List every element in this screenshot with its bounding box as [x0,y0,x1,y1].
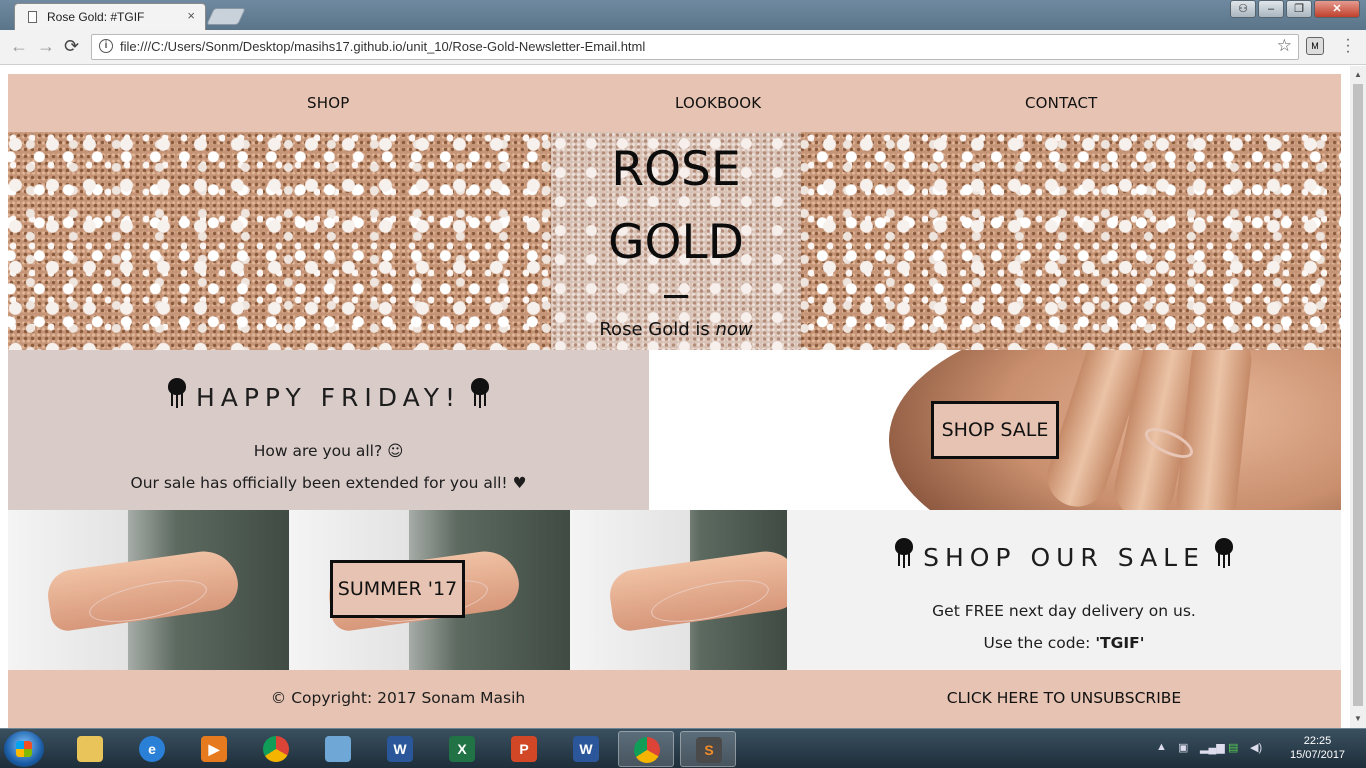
windows-taskbar: e ▶ W X P W S ▲ ▣ ▂▄▆ ▤ ◀) 22:25 15/07/2… [0,728,1366,768]
powerpoint-icon: P [511,736,537,762]
browser-toolbar: ← → ⟳ i ☆ M ··· [0,30,1366,65]
system-tray: ▲ ▣ ▂▄▆ ▤ ◀) 22:25 15/07/2017 [1150,729,1366,768]
folder-icon [77,736,103,762]
extension-icon[interactable]: M [1306,37,1324,55]
url-input[interactable] [120,39,1260,54]
nav-lookbook-link[interactable]: LOOKBOOK [675,94,761,112]
media-player-icon: ▶ [201,736,227,762]
page-viewport: SHOP LOOKBOOK CONTACT ROSE GOLD Rose Gol… [0,66,1350,728]
word-icon: W [387,736,413,762]
powerpoint-task[interactable]: P [496,731,552,767]
new-tab-button[interactable] [206,8,246,25]
scrollbar-thumb[interactable] [1353,84,1363,706]
rose-icon [893,538,915,570]
clock-time: 22:25 [1303,735,1332,747]
hero-subtitle-text: Rose Gold is [599,319,710,340]
sale-code-prefix: Use the code: [983,634,1096,652]
chrome-icon [263,736,289,762]
windows-logo-icon [16,741,32,757]
summer-photo-1 [8,510,289,670]
minimize-button[interactable]: ‒ [1258,0,1284,18]
shop-our-sale-section: SHOP OUR SALE Get FREE next day delivery… [787,510,1341,670]
sale-heading: SHOP OUR SALE [787,538,1341,572]
hero-divider [664,295,688,298]
back-icon[interactable]: ← [10,36,28,57]
sale-heading-text: SHOP OUR SALE [923,543,1205,572]
document-icon [28,11,37,23]
window-titlebar: Rose Gold: #TGIF × ⚇ ‒ ❐ ✕ [0,0,1366,30]
friday-heading: HAPPY FRIDAY! [8,378,649,412]
hero-title-box: ROSE GOLD Rose Gold is now [551,132,801,350]
file-explorer-task[interactable] [62,731,118,767]
ring-photo: SHOP SALE [649,350,1341,510]
email-nav: SHOP LOOKBOOK CONTACT [8,74,1341,132]
show-hidden-icons-icon[interactable]: ▲ [1156,741,1167,753]
shop-sale-button[interactable]: SHOP SALE [931,401,1059,459]
word-icon: W [573,736,599,762]
start-button[interactable] [4,731,44,767]
chrome-task[interactable] [248,731,304,767]
summer-photo-strip: SUMMER '17 [8,510,787,670]
friday-heading-text: HAPPY FRIDAY! [195,383,462,412]
internet-explorer-task[interactable]: e [124,731,180,767]
tab-title: Rose Gold: #TGIF [47,10,145,24]
rose-icon [469,378,491,410]
bookmark-star-icon[interactable]: ☆ [1277,36,1292,56]
hero-subtitle: Rose Gold is now [551,319,801,340]
media-player-task[interactable]: ▶ [186,731,242,767]
forward-icon[interactable]: → [37,36,55,57]
chrome-active-task[interactable] [618,731,674,767]
hero-banner: ROSE GOLD Rose Gold is now [8,132,1341,350]
friday-line-1: How are you all? ☺ [253,442,404,460]
scroll-up-icon[interactable]: ▲ [1354,70,1362,79]
sale-code: 'TGIF' [1095,634,1145,652]
hero-subtitle-emphasis: now [715,319,753,340]
summer-photo-3 [570,510,787,670]
sale-line-2: Use the code: 'TGIF' [787,634,1341,652]
sublime-text-icon: S [696,737,722,763]
rose-icon [166,378,188,410]
hero-title-line2: GOLD [608,215,744,270]
nav-shop-link[interactable]: SHOP [307,94,349,112]
tab-close-icon[interactable]: × [187,8,195,23]
excel-icon: X [449,736,475,762]
scroll-down-icon[interactable]: ▼ [1354,714,1362,723]
menu-dots-icon[interactable]: · · · [1340,32,1356,60]
sale-line-1: Get FREE next day delivery on us. [932,602,1196,620]
friday-line-2: Our sale has officially been extended fo… [130,474,527,492]
maximize-button[interactable]: ❐ [1286,0,1312,18]
internet-explorer-icon: e [139,736,165,762]
clock-date: 15/07/2017 [1290,749,1346,761]
reload-icon[interactable]: ⟳ [64,36,79,57]
volume-icon[interactable]: ◀) [1250,741,1262,754]
site-info-icon[interactable]: i [99,39,113,53]
excel-task[interactable]: X [434,731,490,767]
address-bar[interactable]: i ☆ [91,34,1299,60]
close-window-button[interactable]: ✕ [1314,0,1360,18]
word-task[interactable]: W [372,731,428,767]
email-footer: © Copyright: 2017 Sonam Masih CLICK HERE… [8,670,1341,728]
image-viewer-task[interactable] [310,731,366,767]
nav-contact-link[interactable]: CONTACT [1025,94,1098,112]
hero-title-line1: ROSE [611,142,741,197]
user-icon[interactable]: ⚇ [1230,0,1256,18]
unsubscribe-link[interactable]: CLICK HERE TO UNSUBSCRIBE [787,689,1341,707]
happy-friday-section: HAPPY FRIDAY! How are you all? ☺ Our sal… [8,350,649,510]
vertical-scrollbar[interactable]: ▲ ▼ [1350,66,1366,728]
summer-17-button[interactable]: SUMMER '17 [330,560,465,618]
window-controls: ⚇ ‒ ❐ ✕ [1230,0,1360,20]
word-task-2[interactable]: W [558,731,614,767]
network-signal-icon[interactable]: ▂▄▆ [1200,741,1225,754]
copyright-text: © Copyright: 2017 Sonam Masih [270,689,526,707]
power-icon[interactable]: ▤ [1228,741,1238,754]
sublime-text-task[interactable]: S [680,731,736,767]
rose-icon [1213,538,1235,570]
clock[interactable]: 22:25 15/07/2017 [1290,734,1345,762]
image-viewer-icon [325,736,351,762]
device-icon[interactable]: ▣ [1178,741,1188,754]
newsletter-email: SHOP LOOKBOOK CONTACT ROSE GOLD Rose Gol… [8,74,1341,728]
chrome-icon [634,737,660,763]
browser-tab[interactable]: Rose Gold: #TGIF × [14,3,206,30]
